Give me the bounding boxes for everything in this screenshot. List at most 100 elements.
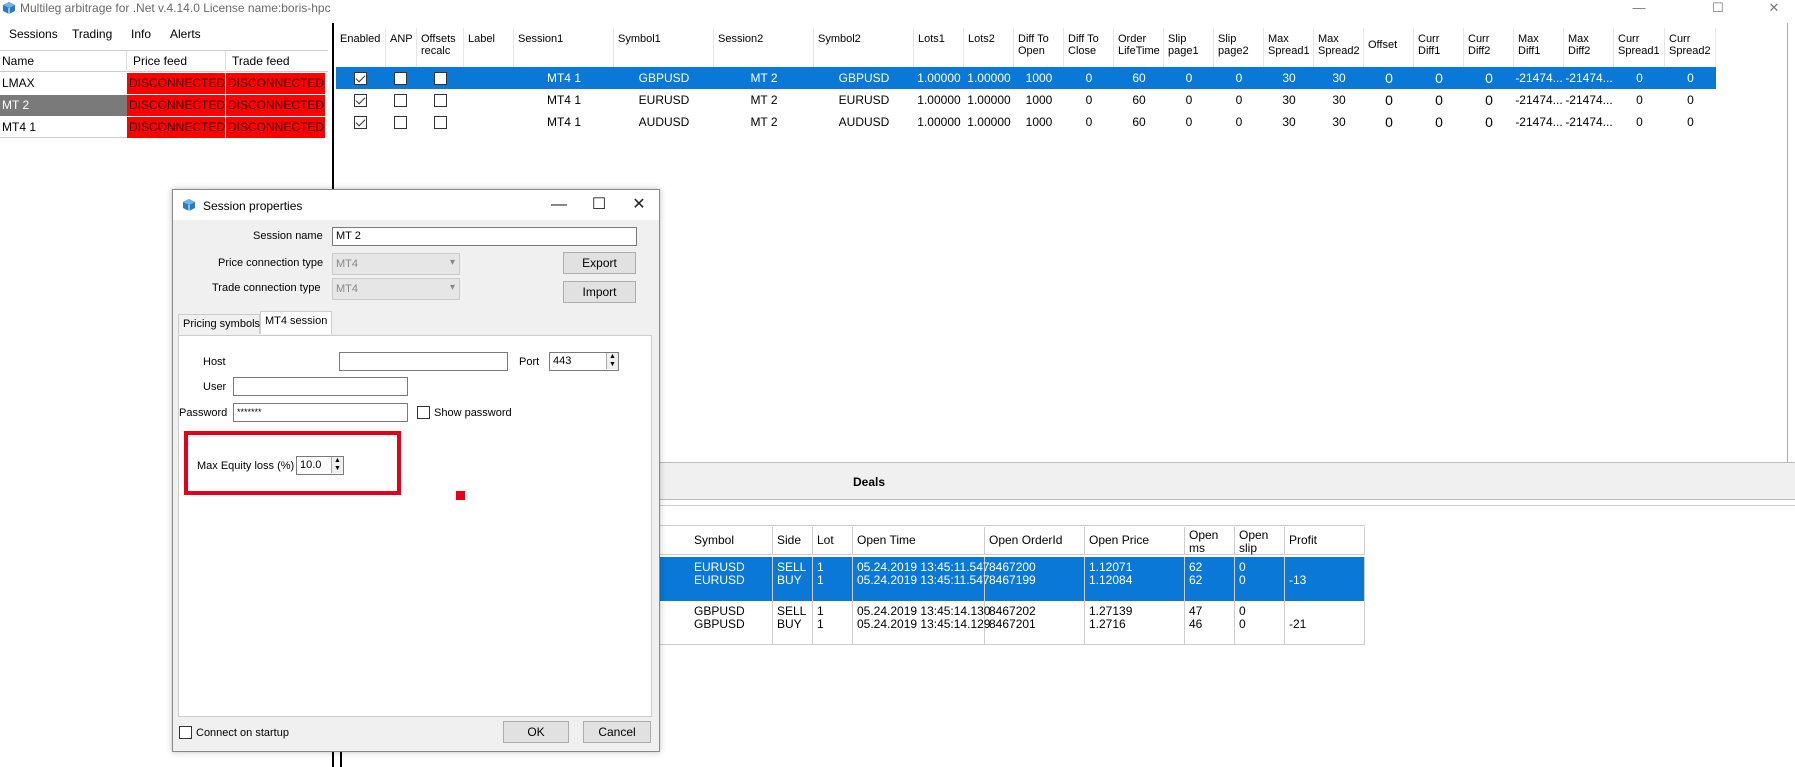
deal-profit: -13 bbox=[1285, 557, 1365, 601]
col-slippage1[interactable]: Slip page1 bbox=[1164, 28, 1214, 70]
col-lot[interactable]: Lot bbox=[813, 527, 853, 555]
spin-up-icon[interactable]: ▲ bbox=[331, 457, 343, 465]
export-button[interactable]: Export bbox=[563, 252, 636, 274]
session-name: MT 2 bbox=[0, 95, 127, 116]
col-open-slip[interactable]: Open slip bbox=[1235, 527, 1285, 555]
col-diff-to-close[interactable]: Diff To Close bbox=[1064, 28, 1114, 70]
col-symbol1[interactable]: Symbol1 bbox=[614, 28, 714, 70]
trade-connection-type-select[interactable]: MT4 ▾ bbox=[332, 278, 460, 300]
tab-pricing-symbols[interactable]: Pricing symbols bbox=[178, 314, 260, 334]
col-curr-spread1[interactable]: Curr Spread1 bbox=[1614, 28, 1665, 70]
anp-checkbox[interactable] bbox=[394, 72, 407, 85]
dialog-maximize-button[interactable]: ☐ bbox=[584, 194, 614, 216]
cancel-button[interactable]: Cancel bbox=[583, 721, 651, 743]
dialog-minimize-button[interactable]: — bbox=[544, 194, 574, 216]
tab-mt4-session[interactable]: MT4 session bbox=[260, 311, 332, 334]
col-max-spread2[interactable]: Max Spread2 bbox=[1314, 28, 1364, 70]
offsets-recalc-checkbox[interactable] bbox=[434, 116, 447, 129]
max-diff2-cell: -21474... bbox=[1565, 115, 1613, 129]
session-row[interactable]: LMAX DISCONNECTED DISCONNECTED bbox=[0, 73, 328, 94]
enabled-checkbox[interactable] bbox=[354, 94, 367, 107]
col-lots1[interactable]: Lots1 bbox=[914, 28, 964, 70]
symbol1-cell: GBPUSD bbox=[638, 71, 690, 85]
offsets-recalc-checkbox[interactable] bbox=[434, 72, 447, 85]
menu-trading[interactable]: Trading bbox=[72, 27, 112, 41]
maximize-button[interactable]: ☐ bbox=[1703, 0, 1733, 16]
spin-down-icon[interactable]: ▼ bbox=[331, 465, 343, 473]
offsets-recalc-checkbox[interactable] bbox=[434, 94, 447, 107]
col-curr-diff1[interactable]: Curr Diff1 bbox=[1414, 28, 1464, 70]
col-curr-diff2[interactable]: Curr Diff2 bbox=[1464, 28, 1514, 70]
col-name[interactable]: Name bbox=[0, 51, 127, 72]
grid-row[interactable]: MT4 1 EURUSD MT 2 EURUSD 1.00000 1.00000… bbox=[336, 89, 1716, 111]
col-price-feed[interactable]: Price feed bbox=[128, 51, 226, 72]
col-label[interactable]: Label bbox=[464, 28, 514, 70]
spin-down-icon[interactable]: ▼ bbox=[606, 361, 618, 369]
col-side[interactable]: Side bbox=[773, 527, 813, 555]
col-anp[interactable]: ANP bbox=[386, 28, 417, 70]
col-max-diff2[interactable]: Max Diff2 bbox=[1564, 28, 1614, 70]
show-password-checkbox[interactable] bbox=[417, 406, 430, 419]
user-field[interactable] bbox=[233, 377, 408, 396]
enabled-checkbox[interactable] bbox=[354, 116, 367, 129]
menu-bar: Sessions Trading Info Alerts bbox=[0, 23, 330, 45]
max-diff1-cell: -21474... bbox=[1515, 93, 1563, 107]
deal-open-price: 1.12071 1.12084 bbox=[1085, 557, 1185, 601]
minimize-button[interactable]: — bbox=[1624, 0, 1654, 16]
session-row[interactable]: MT4 1 DISCONNECTED DISCONNECTED bbox=[0, 117, 328, 138]
close-button[interactable]: ✕ bbox=[1759, 0, 1789, 16]
col-curr-spread2[interactable]: Curr Spread2 bbox=[1665, 28, 1716, 70]
col-offset[interactable]: Offset bbox=[1364, 28, 1414, 70]
menu-info[interactable]: Info bbox=[131, 27, 151, 41]
col-max-diff1[interactable]: Max Diff1 bbox=[1514, 28, 1564, 70]
deal-row[interactable]: GBPUSD GBPUSD SELL BUY 1 1 05.24.2019 13… bbox=[660, 601, 1365, 645]
session2-cell: MT 2 bbox=[750, 93, 778, 107]
price-connection-type-select[interactable]: MT4 ▾ bbox=[332, 253, 460, 275]
session-name-field[interactable]: MT 2 bbox=[332, 227, 637, 246]
col-slippage2[interactable]: Slip page2 bbox=[1214, 28, 1264, 70]
col-open-price[interactable]: Open Price bbox=[1085, 527, 1185, 555]
session-row[interactable]: MT 2 DISCONNECTED DISCONNECTED bbox=[0, 95, 328, 116]
col-lots2[interactable]: Lots2 bbox=[964, 28, 1014, 70]
col-symbol[interactable]: Symbol bbox=[690, 527, 773, 555]
diff-to-close-cell: 0 bbox=[1085, 115, 1093, 129]
col-open-orderid[interactable]: Open OrderId bbox=[985, 527, 1085, 555]
slippage2-cell: 0 bbox=[1235, 93, 1243, 107]
menu-sessions[interactable]: Sessions bbox=[9, 27, 58, 41]
col-order-lifetime[interactable]: Order LifeTime bbox=[1114, 28, 1164, 70]
curr-diff2-cell: 0 bbox=[1485, 92, 1493, 108]
deal-row[interactable]: EURUSD EURUSD SELL BUY 1 1 05.24.2019 13… bbox=[660, 557, 1365, 601]
connect-on-startup-checkbox[interactable] bbox=[179, 726, 192, 739]
enabled-checkbox[interactable] bbox=[354, 72, 367, 85]
col-diff-to-open[interactable]: Diff To Open bbox=[1014, 28, 1064, 70]
grid-row[interactable]: MT4 1 AUDUSD MT 2 AUDUSD 1.00000 1.00000… bbox=[336, 111, 1716, 133]
dialog-close-button[interactable]: ✕ bbox=[624, 194, 654, 216]
ok-button[interactable]: OK bbox=[503, 721, 569, 743]
sessions-table-header: Name Price feed Trade feed bbox=[0, 50, 328, 72]
col-session2[interactable]: Session2 bbox=[714, 28, 814, 70]
host-field[interactable] bbox=[339, 352, 508, 371]
col-offsets-recalc[interactable]: Offsets recalc bbox=[417, 28, 464, 70]
anp-checkbox[interactable] bbox=[394, 116, 407, 129]
col-enabled[interactable]: Enabled bbox=[336, 28, 386, 70]
port-spinner[interactable]: 443 ▲ ▼ bbox=[549, 352, 619, 371]
col-max-spread1[interactable]: Max Spread1 bbox=[1264, 28, 1314, 70]
menu-alerts[interactable]: Alerts bbox=[170, 27, 201, 41]
col-session1[interactable]: Session1 bbox=[514, 28, 614, 70]
max-equity-loss-spinner[interactable]: 10.0 ▲ ▼ bbox=[296, 456, 344, 475]
col-profit[interactable]: Profit bbox=[1285, 527, 1365, 555]
grid-row[interactable]: MT4 1 GBPUSD MT 2 GBPUSD 1.00000 1.00000… bbox=[336, 67, 1716, 89]
col-symbol2[interactable]: Symbol2 bbox=[814, 28, 914, 70]
curr-spread2-cell: 0 bbox=[1687, 115, 1694, 129]
col-open-ms[interactable]: Open ms bbox=[1185, 527, 1235, 555]
import-button[interactable]: Import bbox=[563, 281, 636, 303]
host-label: Host bbox=[203, 356, 226, 368]
trade-connection-type-label: Trade connection type bbox=[212, 282, 321, 294]
slippage1-cell: 0 bbox=[1185, 71, 1193, 85]
anp-checkbox[interactable] bbox=[394, 94, 407, 107]
col-trade-feed[interactable]: Trade feed bbox=[227, 51, 327, 72]
password-field[interactable]: ******* bbox=[233, 403, 408, 422]
col-open-time[interactable]: Open Time bbox=[853, 527, 985, 555]
spin-up-icon[interactable]: ▲ bbox=[606, 353, 618, 361]
deal-side: SELL BUY bbox=[773, 601, 813, 645]
